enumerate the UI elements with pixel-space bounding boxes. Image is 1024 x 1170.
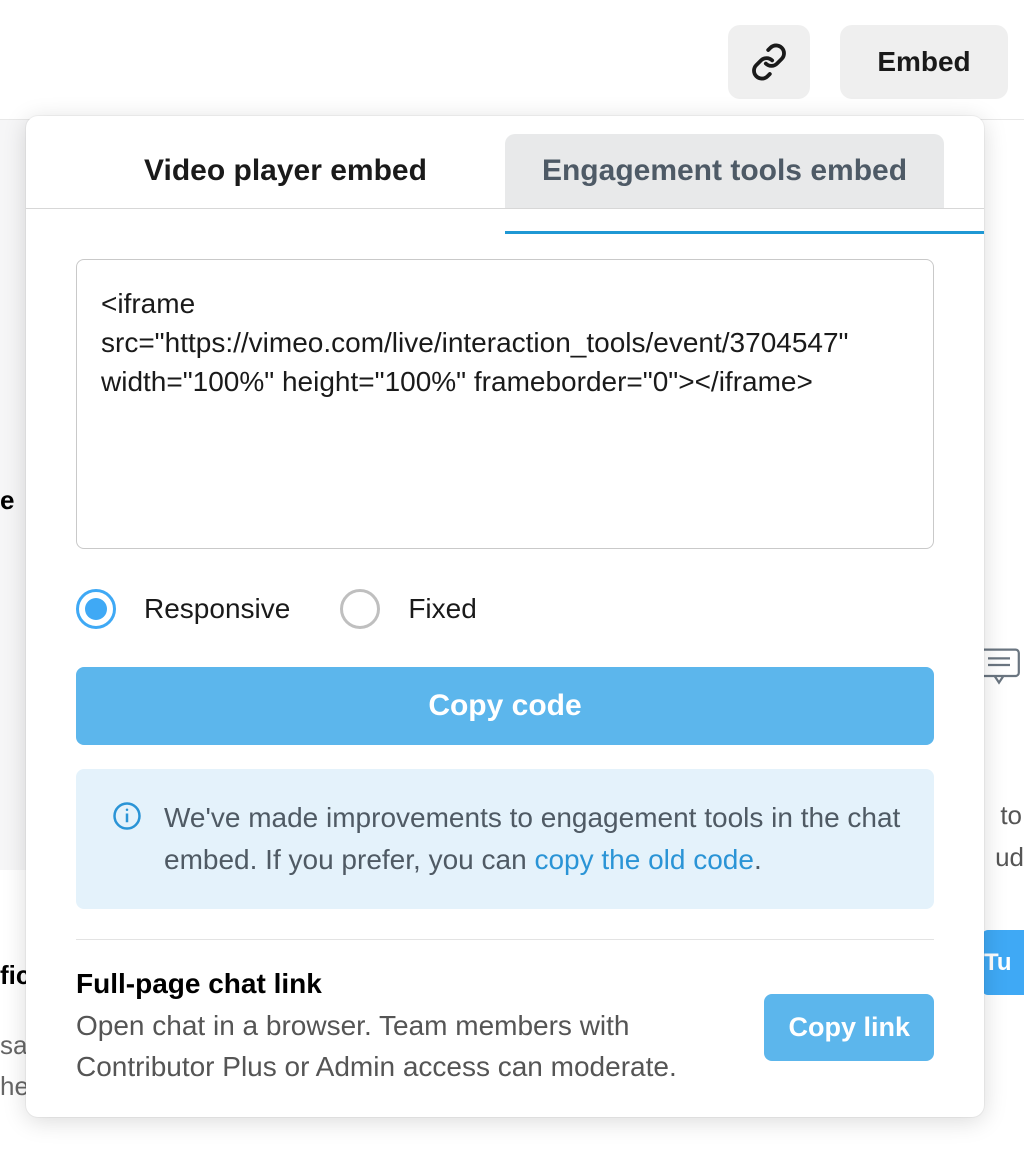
copy-code-label: Copy code [428,689,581,722]
radio-dot [85,598,107,620]
embed-popover: Video player embed Engagement tools embe… [26,116,984,1117]
share-link-button[interactable] [728,25,810,99]
radio-fixed[interactable]: Fixed [340,589,476,629]
radio-responsive[interactable]: Responsive [76,589,290,629]
bg-text: to [1000,800,1022,831]
embed-button[interactable]: Embed [840,25,1008,99]
copy-link-label: Copy link [788,1012,910,1042]
copy-link-button[interactable]: Copy link [764,994,934,1061]
active-tab-underline [505,231,984,234]
info-icon [112,801,142,831]
info-text: We've made improvements to engagement to… [164,797,906,881]
info-banner: We've made improvements to engagement to… [76,769,934,909]
popover-content: Responsive Fixed Copy code We've made im… [26,209,984,1087]
tab-video-player-embed[interactable]: Video player embed [66,134,505,208]
radio-indicator [340,589,380,629]
tab-engagement-tools-embed[interactable]: Engagement tools embed [505,134,944,208]
tab-label: Video player embed [144,154,427,187]
size-radio-group: Responsive Fixed [76,589,934,629]
fullpage-chat-row: Full-page chat link Open chat in a brows… [76,968,934,1087]
info-text-after: . [754,844,762,875]
divider [76,939,934,940]
tab-label: Engagement tools embed [542,154,907,187]
tabs: Video player embed Engagement tools embe… [26,116,984,209]
copy-old-code-link[interactable]: copy the old code [534,844,754,875]
fullpage-chat-text: Full-page chat link Open chat in a brows… [76,968,734,1087]
radio-label: Fixed [408,593,476,625]
topbar-buttons: Embed [728,25,1008,99]
background-right-blue-button[interactable]: Tu [982,930,1024,995]
fullpage-chat-title: Full-page chat link [76,968,734,1000]
topbar: Embed [0,0,1024,120]
radio-label: Responsive [144,593,290,625]
bg-text: Tu [984,949,1012,977]
bg-text: ud [995,842,1024,873]
link-icon [750,43,788,81]
embed-code-textarea[interactable] [76,259,934,549]
info-text-before: We've made improvements to engagement to… [164,802,900,875]
embed-button-label: Embed [877,46,970,78]
copy-code-button[interactable]: Copy code [76,667,934,745]
fullpage-chat-desc: Open chat in a browser. Team members wit… [76,1006,734,1087]
radio-indicator [76,589,116,629]
